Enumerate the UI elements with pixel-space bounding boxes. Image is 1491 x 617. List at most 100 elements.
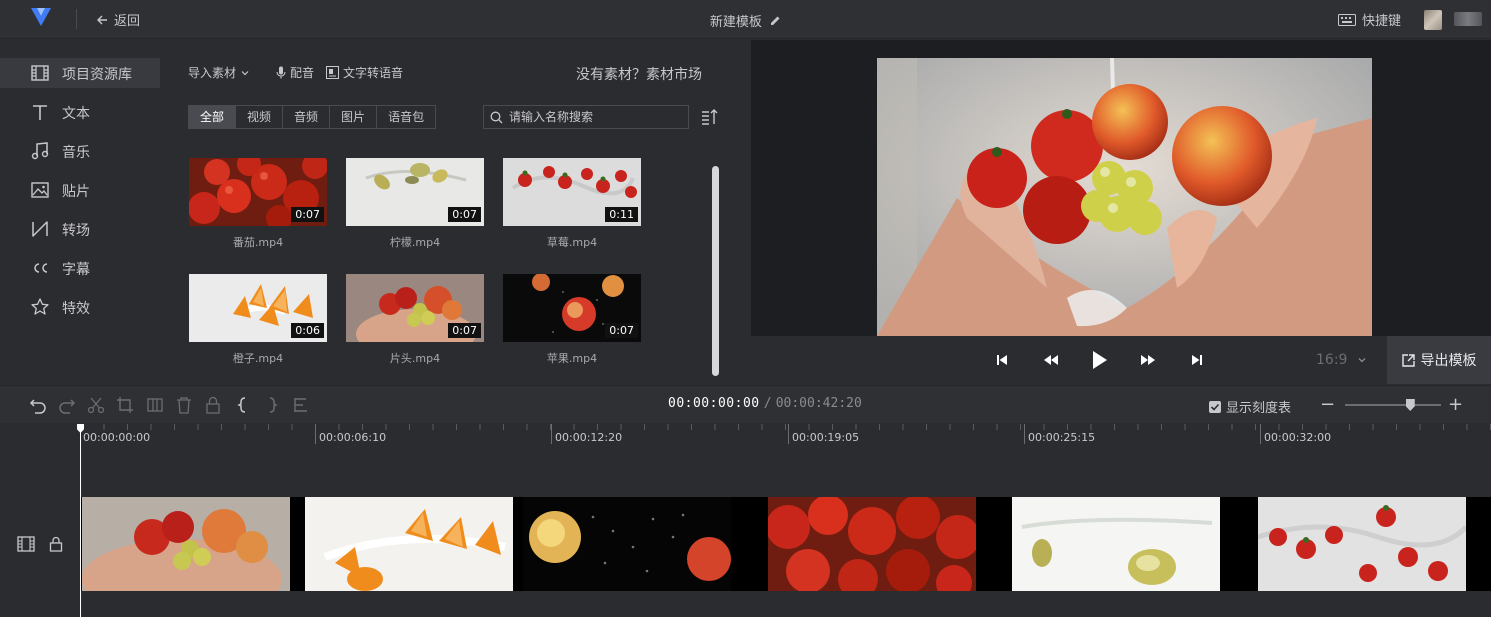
- document-title: 新建模板: [0, 11, 1491, 30]
- split-clip-icon[interactable]: [146, 396, 164, 414]
- timeline-clip-orange[interactable]: [305, 497, 513, 591]
- text-to-speech-icon: [326, 66, 339, 79]
- back-button[interactable]: 返回: [96, 10, 140, 29]
- star-icon: [31, 298, 49, 315]
- timecode-display: 00:00:00:00 / 00:00:42:20: [668, 396, 862, 411]
- sidebar-item-library[interactable]: 项目资源库: [0, 58, 160, 88]
- search-icon: [490, 111, 503, 123]
- tab-all[interactable]: 全部: [189, 106, 237, 128]
- timeline-toolbar: 00:00:00:00 / 00:00:42:20 显示刻度表 − +: [0, 385, 1491, 423]
- trash-icon[interactable]: [175, 396, 193, 414]
- trim-start-icon[interactable]: [234, 396, 252, 414]
- total-time: 00:00:42:20: [775, 396, 862, 411]
- skip-to-end-icon[interactable]: [1189, 352, 1205, 368]
- text-to-speech-button[interactable]: 文字转语音: [326, 64, 403, 81]
- media-item-strawberry[interactable]: 0:11 草莓.mp4: [503, 158, 641, 250]
- sidebar-item-label: 项目资源库: [62, 67, 132, 83]
- media-name: 橙子.mp4: [232, 352, 284, 365]
- redo-icon[interactable]: [58, 396, 76, 414]
- left-sidebar: 项目资源库 文本 音乐 贴片 转场 字幕 特效: [0, 40, 160, 384]
- align-icon[interactable]: [292, 396, 310, 414]
- sidebar-item-label: 文本: [62, 106, 90, 122]
- timecode-separator: /: [763, 396, 772, 411]
- resource-scrollbar[interactable]: [712, 166, 719, 376]
- media-thumbnail: 0:11: [503, 158, 641, 226]
- media-thumbnail: 0:07: [346, 274, 484, 342]
- sidebar-item-effects[interactable]: 特效: [0, 292, 160, 322]
- dubbing-button[interactable]: 配音: [276, 64, 314, 81]
- user-avatar[interactable]: [1424, 10, 1442, 30]
- import-media-label: 导入素材: [188, 66, 237, 80]
- sidebar-item-caption[interactable]: 字幕: [0, 253, 160, 283]
- import-media-dropdown[interactable]: 导入素材: [188, 64, 250, 81]
- undo-icon[interactable]: [29, 396, 47, 414]
- zoom-slider-thumb[interactable]: [1405, 399, 1415, 411]
- media-item-intro[interactable]: 0:07 片头.mp4: [346, 274, 484, 366]
- aspect-ratio-value: 16:9: [1316, 352, 1348, 368]
- sidebar-item-sticker[interactable]: 贴片: [0, 175, 160, 205]
- sidebar-item-music[interactable]: 音乐: [0, 136, 160, 166]
- shortcut-button[interactable]: 快捷键: [1338, 10, 1401, 29]
- show-ruler-checkbox[interactable]: 显示刻度表: [1209, 397, 1291, 416]
- zoom-slider-track[interactable]: [1345, 404, 1441, 406]
- show-ruler-label: 显示刻度表: [1226, 401, 1292, 416]
- material-market-link[interactable]: 没有素材？素材市场: [576, 64, 702, 84]
- sidebar-item-label: 转场: [62, 223, 90, 239]
- preview-panel: [751, 40, 1491, 336]
- app-logo-icon[interactable]: [30, 6, 52, 28]
- aspect-ratio-select[interactable]: 16:9: [1316, 352, 1367, 368]
- crop-icon[interactable]: [116, 396, 134, 414]
- video-preview[interactable]: [877, 58, 1372, 336]
- export-template-button[interactable]: 导出模板: [1387, 336, 1491, 384]
- media-item-apple[interactable]: 0:07 苹果.mp4: [503, 274, 641, 366]
- media-filter-tabs: 全部 视频 音频 图片 语音包: [188, 105, 437, 129]
- playhead-line[interactable]: [80, 424, 81, 617]
- duration-badge: 0:11: [605, 207, 638, 222]
- search-input[interactable]: [509, 110, 679, 124]
- trim-end-icon[interactable]: [263, 396, 281, 414]
- user-name-blurred[interactable]: [1454, 12, 1482, 26]
- zoom-out-button[interactable]: −: [1320, 394, 1335, 415]
- music-icon: [31, 142, 49, 160]
- media-item-lemon[interactable]: 0:07 柠檬.mp4: [346, 158, 484, 250]
- microphone-icon: [276, 66, 286, 79]
- skip-to-start-icon[interactable]: [994, 352, 1010, 368]
- zoom-in-button[interactable]: +: [1448, 394, 1463, 415]
- title-divider: [76, 9, 77, 29]
- back-label: 返回: [114, 14, 141, 29]
- timeline-clip-strawberry[interactable]: [1258, 497, 1466, 591]
- fast-forward-icon[interactable]: [1140, 352, 1156, 368]
- duration-badge: 0:07: [448, 323, 481, 338]
- timeline-ruler[interactable]: 00:00:00:00 00:00:06:10 00:00:12:20 00:0…: [80, 424, 1491, 446]
- tab-voice-pack[interactable]: 语音包: [377, 106, 435, 128]
- rewind-icon[interactable]: [1043, 352, 1059, 368]
- text-to-speech-label: 文字转语音: [343, 66, 404, 80]
- timeline-clip-intro[interactable]: [82, 497, 290, 591]
- timeline-clip-lemon[interactable]: [1012, 497, 1220, 591]
- duration-badge: 0:07: [291, 207, 324, 222]
- sidebar-item-text[interactable]: 文本: [0, 97, 160, 127]
- timeline-clip-apple[interactable]: [523, 497, 731, 591]
- timeline-clip-tomato[interactable]: [768, 497, 976, 591]
- media-item-orange[interactable]: 0:06 橙子.mp4: [189, 274, 327, 366]
- title-bar: 返回 新建模板 快捷键: [0, 0, 1491, 39]
- media-name: 苹果.mp4: [546, 352, 598, 365]
- tab-video[interactable]: 视频: [236, 106, 284, 128]
- checkbox-checked-icon: [1209, 400, 1221, 413]
- sort-icon[interactable]: [700, 108, 718, 126]
- track-lock-icon[interactable]: [49, 536, 63, 552]
- media-name: 番茄.mp4: [232, 236, 284, 249]
- media-item-tomato[interactable]: 0:07 番茄.mp4: [189, 158, 327, 250]
- duration-badge: 0:06: [291, 323, 324, 338]
- play-icon[interactable]: [1090, 350, 1108, 370]
- sidebar-item-label: 音乐: [62, 145, 90, 161]
- sidebar-item-transition[interactable]: 转场: [0, 214, 160, 244]
- lock-icon[interactable]: [204, 396, 222, 414]
- transition-icon: [32, 221, 48, 237]
- film-icon: [31, 65, 49, 81]
- chevron-down-icon: [241, 70, 249, 75]
- scissors-icon[interactable]: [87, 396, 105, 414]
- edit-pencil-icon[interactable]: [770, 15, 781, 26]
- tab-audio[interactable]: 音频: [283, 106, 331, 128]
- tab-image[interactable]: 图片: [330, 106, 378, 128]
